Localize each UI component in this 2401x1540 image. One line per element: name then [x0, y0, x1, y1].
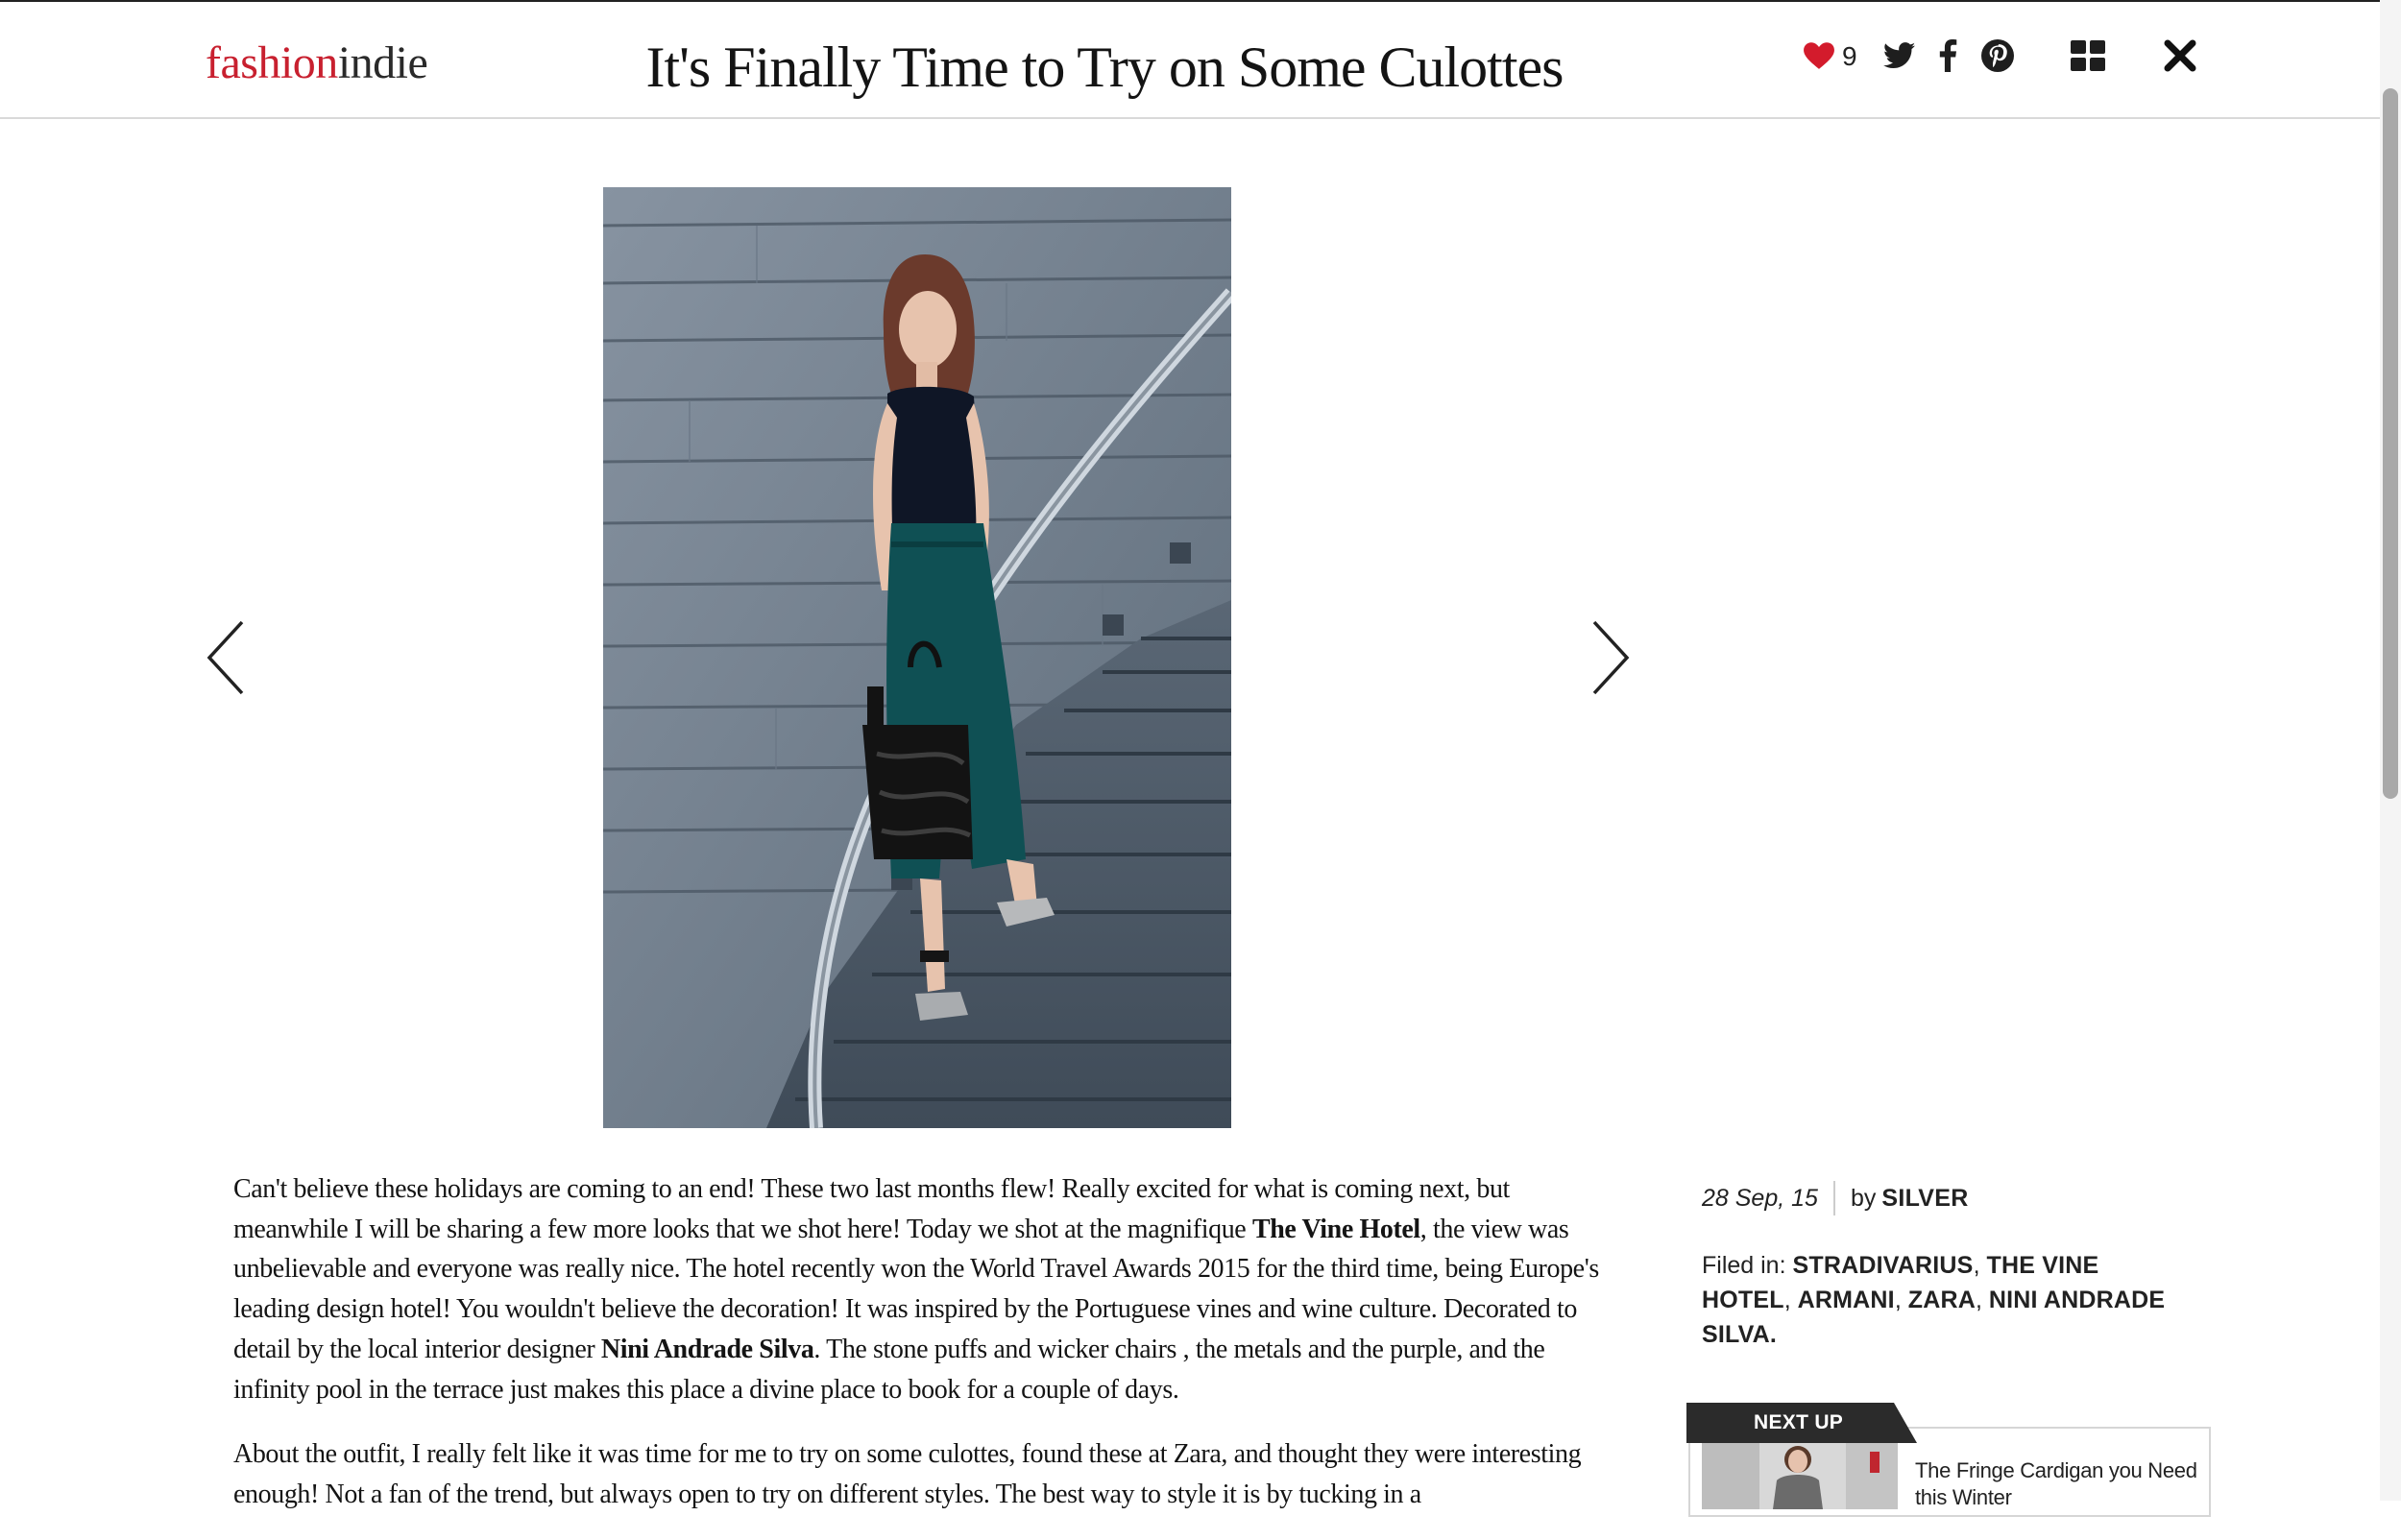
twitter-icon[interactable]	[1880, 36, 1919, 75]
tag-link[interactable]: ZARA	[1908, 1287, 1976, 1313]
grid-icon[interactable]	[2069, 36, 2107, 75]
chevron-right-icon[interactable]	[1579, 614, 1637, 701]
gallery-photo[interactable]	[603, 187, 1231, 1128]
next-up-title[interactable]: The Fringe Cardigan you Need this Winter	[1915, 1457, 2203, 1511]
filed-in-label: Filed in:	[1702, 1252, 1786, 1279]
link-vine-hotel[interactable]: The Vine Hotel	[1252, 1215, 1420, 1244]
article-paragraph: About the outfit, I really felt like it …	[233, 1439, 1582, 1509]
filed-in: Filed in: STRADIVARIUS, THE VINE HOTEL, …	[1702, 1252, 2166, 1348]
site-logo[interactable]: fashionindie	[206, 35, 428, 92]
pinterest-icon[interactable]	[1978, 36, 2017, 75]
article-body: Can't believe these holidays are coming …	[233, 1169, 1626, 1540]
chevron-left-icon[interactable]	[200, 614, 257, 701]
by-label: by	[1850, 1185, 1877, 1212]
link-nini-andrade-silva[interactable]: Nini Andrade Silva	[601, 1335, 814, 1364]
like-count: 9	[1842, 41, 1857, 71]
close-icon[interactable]	[2161, 36, 2199, 75]
post-date: 28 Sep, 15	[1702, 1181, 1835, 1215]
vertical-scrollbar[interactable]	[2380, 0, 2401, 1501]
site-header: fashionindie It's Finally Time to Try on…	[0, 2, 2380, 119]
tag-link[interactable]: ARMANI	[1798, 1287, 1895, 1313]
article-paragraph: Can't believe these holidays are coming …	[233, 1174, 1599, 1405]
heart-icon[interactable]	[1800, 36, 1838, 75]
facebook-icon[interactable]	[1928, 36, 1967, 75]
post-meta: 28 Sep, 15 by SILVER	[1702, 1177, 1969, 1219]
page-title: It's Finally Time to Try on Some Culotte…	[645, 36, 1564, 99]
logo-text-indie: indie	[337, 37, 428, 88]
next-up-label: NEXT UP	[1686, 1403, 1917, 1443]
logo-text-fashion: fashion	[206, 37, 338, 88]
next-up-thumbnail[interactable]	[1702, 1432, 1898, 1509]
tag-link[interactable]: STRADIVARIUS	[1793, 1252, 1974, 1279]
scrollbar-thumb[interactable]	[2383, 88, 2398, 799]
author-link[interactable]: SILVER	[1881, 1181, 1968, 1215]
